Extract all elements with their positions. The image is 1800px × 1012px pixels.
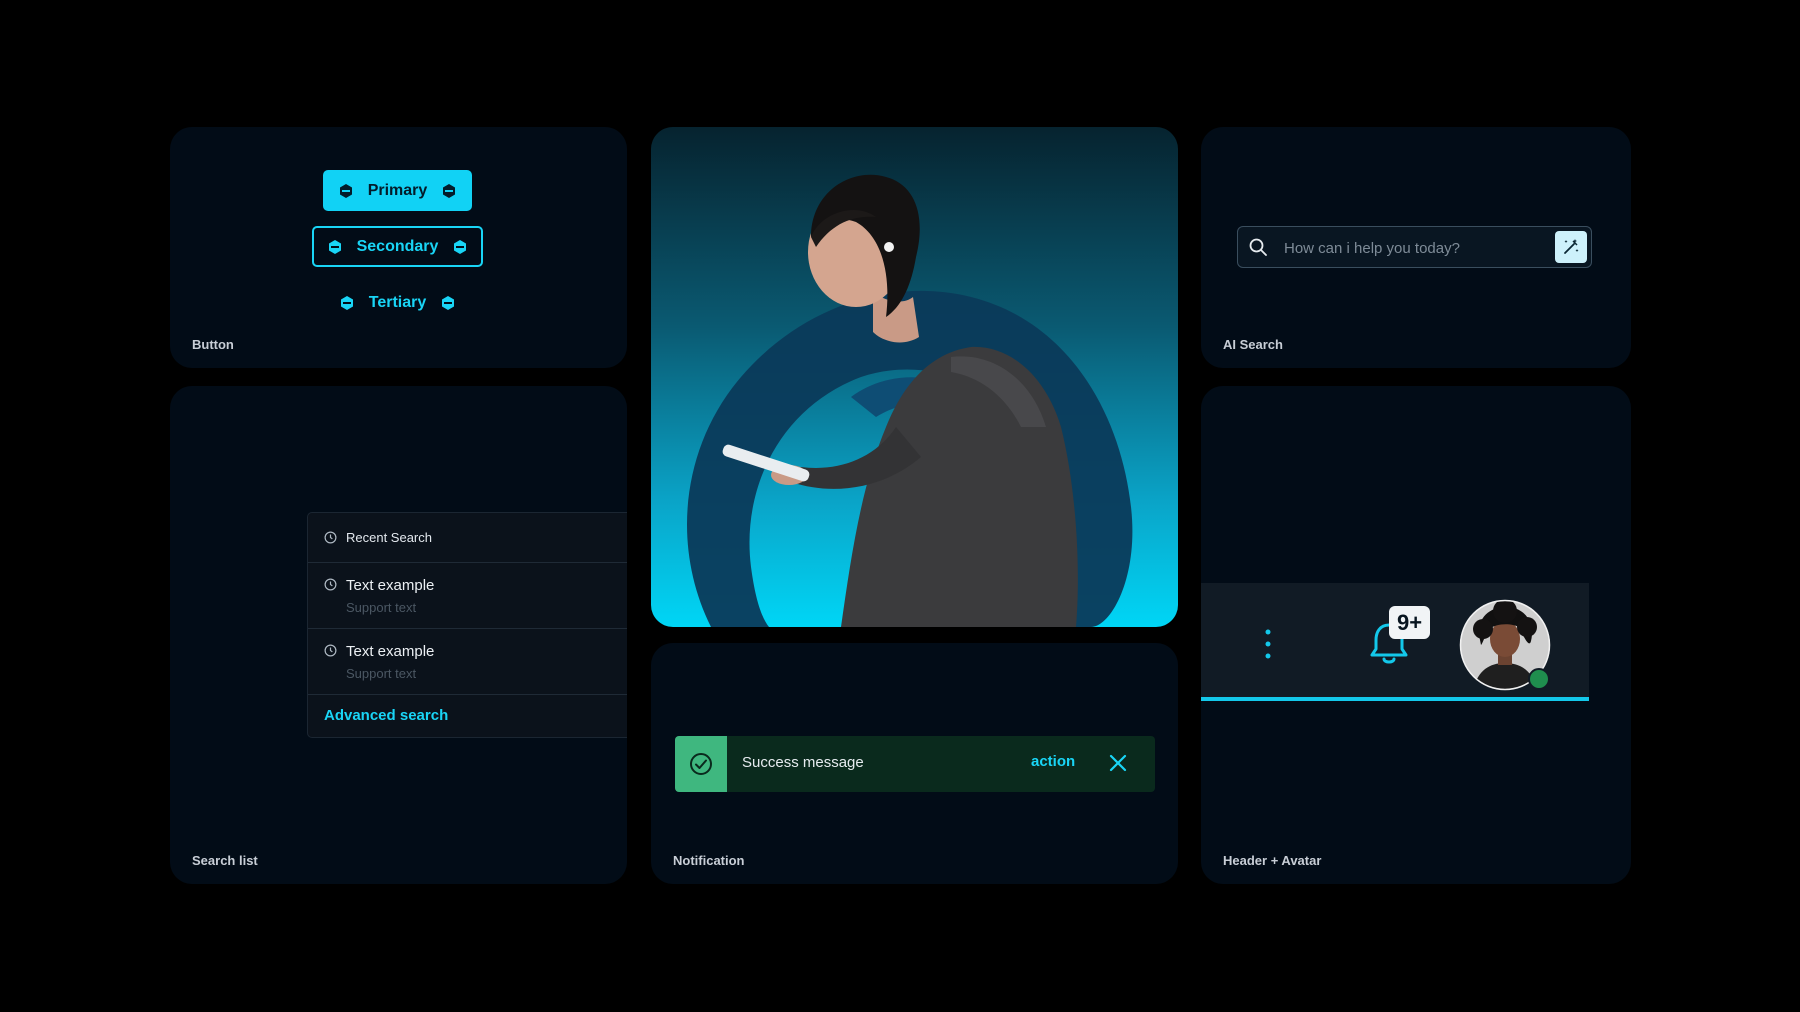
header-underline xyxy=(1201,697,1589,701)
list-item-title: Text example xyxy=(346,643,435,660)
ai-search-card: AI Search xyxy=(1201,127,1631,368)
search-list-card: Recent Search Text example Support text … xyxy=(170,386,627,884)
clock-icon xyxy=(324,531,337,544)
magic-wand-button[interactable] xyxy=(1555,231,1587,263)
advanced-search-label: Advanced search xyxy=(324,707,449,724)
button-card: Primary Secondary Tertiary Button xyxy=(170,127,627,368)
button-card-label: Button xyxy=(192,337,234,352)
toast-action-button[interactable]: action xyxy=(1031,753,1075,770)
ai-search-field xyxy=(1237,226,1592,268)
header-avatar-card: 9+ Header + Avatar xyxy=(1201,386,1631,884)
check-circle-icon xyxy=(690,753,712,775)
woman-with-phone-illustration xyxy=(687,174,1133,627)
success-toast: Success message action xyxy=(675,736,1155,792)
app-header: 9+ xyxy=(1201,583,1589,701)
notification-card: Success message action Notification xyxy=(651,643,1178,884)
recent-search-heading: Recent Search xyxy=(346,530,432,545)
ai-search-input[interactable] xyxy=(1282,235,1536,261)
hexagon-link-icon xyxy=(442,295,455,310)
hexagon-link-icon xyxy=(454,239,467,254)
list-item[interactable]: Text example Support text xyxy=(308,563,627,629)
ai-search-card-label: AI Search xyxy=(1223,337,1283,352)
notification-count-badge: 9+ xyxy=(1389,606,1430,639)
primary-button[interactable]: Primary xyxy=(323,170,472,211)
advanced-search-link[interactable]: Advanced search xyxy=(308,695,627,737)
primary-button-label: Primary xyxy=(367,181,428,199)
search-icon xyxy=(1249,238,1267,256)
hero-image-card xyxy=(651,127,1178,627)
kebab-menu-icon[interactable] xyxy=(1263,627,1273,661)
hexagon-link-icon xyxy=(328,239,341,254)
notification-card-label: Notification xyxy=(673,853,745,868)
search-list-header: Recent Search xyxy=(308,513,627,563)
clock-icon xyxy=(324,644,337,657)
hexagon-link-icon xyxy=(443,183,456,198)
secondary-button-label: Secondary xyxy=(356,237,439,255)
clock-icon xyxy=(324,578,337,591)
hexagon-link-icon xyxy=(339,183,352,198)
tertiary-button[interactable]: Tertiary xyxy=(323,282,472,323)
toast-message: Success message xyxy=(742,754,864,771)
magic-wand-icon xyxy=(1564,239,1579,254)
hexagon-link-icon xyxy=(340,295,353,310)
secondary-button[interactable]: Secondary xyxy=(312,226,483,267)
list-item[interactable]: Text example Support text xyxy=(308,629,627,695)
close-icon[interactable] xyxy=(1107,752,1129,774)
header-avatar-card-label: Header + Avatar xyxy=(1223,853,1322,868)
user-avatar[interactable] xyxy=(1459,599,1551,691)
toast-status xyxy=(675,736,727,792)
tertiary-button-label: Tertiary xyxy=(368,293,427,311)
search-list-card-label: Search list xyxy=(192,853,258,868)
search-list: Recent Search Text example Support text … xyxy=(307,512,627,738)
list-item-title: Text example xyxy=(346,577,435,594)
online-status-dot xyxy=(1528,668,1550,690)
list-item-support: Support text xyxy=(346,666,417,681)
list-item-support: Support text xyxy=(346,600,417,615)
